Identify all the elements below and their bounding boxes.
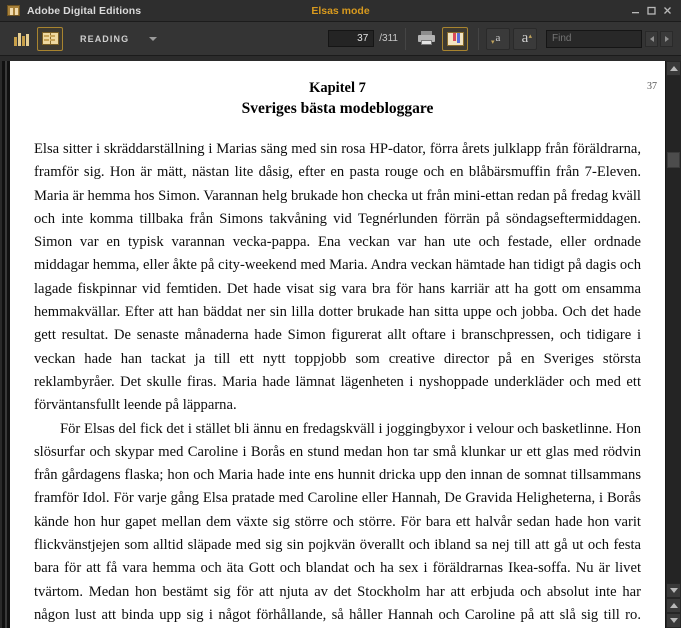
app-books-icon bbox=[7, 5, 20, 16]
library-view-button[interactable] bbox=[8, 27, 34, 51]
chevron-down-icon[interactable] bbox=[149, 36, 158, 41]
reading-view-button[interactable] bbox=[37, 26, 63, 51]
titlebar: Adobe Digital Editions Elsas mode bbox=[0, 0, 681, 22]
adobe-digital-editions-window: Adobe Digital Editions Elsas mode READIN… bbox=[0, 0, 681, 628]
scrollbar-thumb[interactable] bbox=[667, 152, 680, 168]
page-up-icon[interactable] bbox=[666, 598, 681, 613]
find-previous-icon[interactable] bbox=[645, 30, 658, 47]
find-next-icon[interactable] bbox=[660, 30, 673, 47]
font-decrease-arrow-icon: ▾ bbox=[491, 38, 495, 46]
printer-icon bbox=[417, 31, 435, 46]
scrollbar-track[interactable] bbox=[666, 76, 681, 583]
decrease-font-size-button[interactable]: a ▾ bbox=[486, 27, 510, 50]
toolbar-divider-1 bbox=[405, 27, 406, 50]
bookmark-button[interactable] bbox=[442, 26, 468, 51]
bookmark-icon bbox=[446, 31, 464, 46]
reading-area: 37 Kapitel 7 Sveriges bästa modebloggare… bbox=[0, 56, 681, 628]
left-gutter bbox=[0, 61, 10, 628]
book-page[interactable]: 37 Kapitel 7 Sveriges bästa modebloggare… bbox=[10, 61, 665, 628]
view-mode-label: READING bbox=[80, 33, 130, 44]
chapter-number: Kapitel 7 bbox=[309, 80, 366, 96]
app-name-label: Adobe Digital Editions bbox=[27, 4, 142, 17]
page-marker-top: 37 bbox=[647, 81, 657, 92]
scrollbar-bottom-buttons bbox=[666, 583, 681, 628]
body-paragraph: Elsa sitter i skräddarställning i Marias… bbox=[34, 141, 641, 414]
vertical-scrollbar[interactable] bbox=[665, 61, 681, 628]
font-decrease-glyph: a bbox=[495, 32, 501, 44]
close-icon[interactable] bbox=[660, 3, 675, 19]
chapter-title: Sveriges bästa modebloggare bbox=[241, 100, 434, 117]
page-total-label: /311 bbox=[379, 33, 398, 44]
scroll-up-icon[interactable] bbox=[666, 61, 681, 76]
find-input[interactable] bbox=[552, 33, 641, 44]
maximize-icon[interactable] bbox=[644, 3, 659, 19]
scroll-down-icon[interactable] bbox=[666, 583, 681, 598]
window-controls bbox=[628, 3, 681, 19]
chapter-heading: Kapitel 7 Sveriges bästa modebloggare bbox=[34, 79, 641, 119]
toolbar-divider-2 bbox=[478, 27, 479, 50]
page-body: 37 Kapitel 7 Sveriges bästa modebloggare… bbox=[34, 79, 657, 628]
page-number-value: 37 bbox=[357, 33, 369, 44]
increase-font-size-button[interactable]: a ▴ bbox=[513, 27, 537, 50]
find-input-wrapper[interactable] bbox=[546, 29, 642, 48]
body-paragraph: För Elsas del fick det i stället bli änn… bbox=[34, 420, 641, 623]
font-increase-glyph: a bbox=[521, 30, 529, 46]
print-button[interactable] bbox=[413, 27, 439, 51]
toolbar: READING 37 /311 a ▾ a ▴ bbox=[0, 22, 681, 56]
minimize-icon[interactable] bbox=[628, 3, 643, 19]
font-increase-arrow-icon: ▴ bbox=[528, 32, 532, 40]
page-number-input[interactable]: 37 bbox=[328, 30, 375, 47]
open-book-icon bbox=[41, 32, 59, 45]
find-navigation bbox=[645, 30, 673, 47]
page-down-icon[interactable] bbox=[666, 613, 681, 628]
library-icon bbox=[13, 32, 29, 46]
